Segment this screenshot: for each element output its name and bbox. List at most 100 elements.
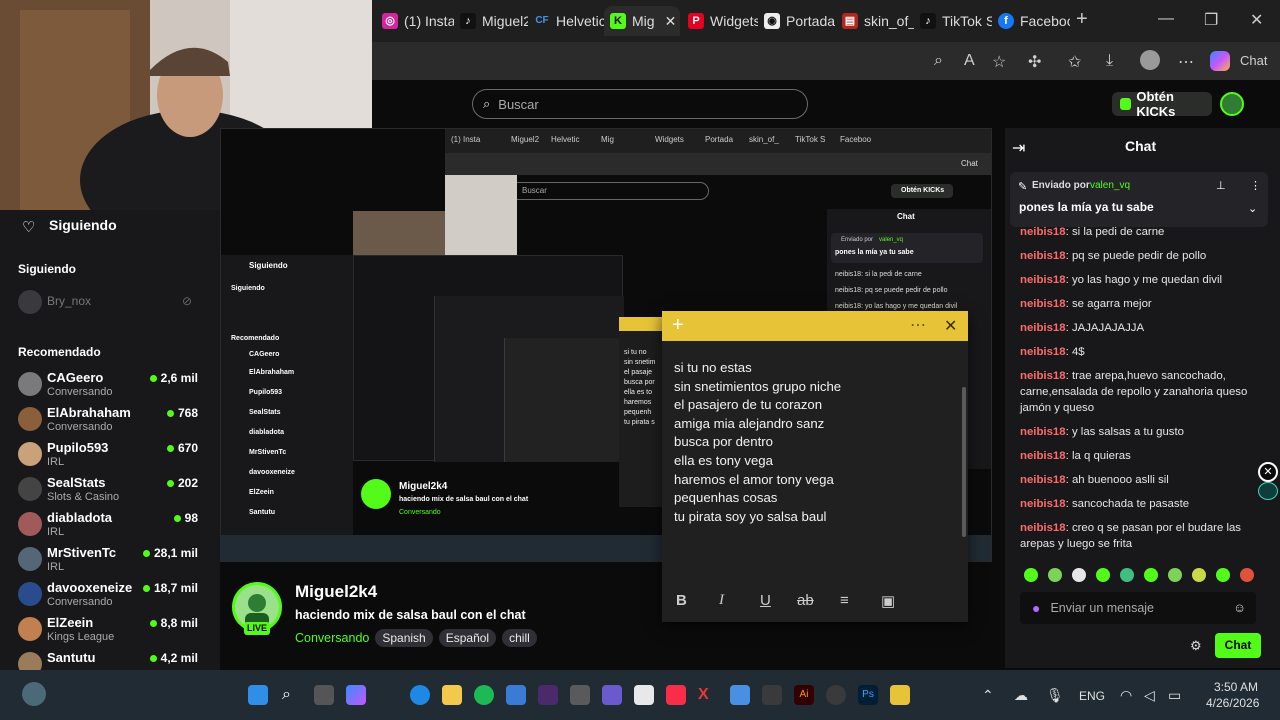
music-icon[interactable] — [666, 685, 686, 705]
italic-button[interactable]: I — [719, 592, 724, 609]
chat-username[interactable]: neibis18 — [1020, 522, 1066, 534]
emote-icon[interactable] — [1240, 568, 1254, 582]
chat-username[interactable]: neibis18 — [1020, 474, 1066, 486]
emote-icon[interactable] — [1120, 568, 1134, 582]
tab-portada[interactable]: ◉ Portada — [758, 6, 836, 36]
tab-instagram[interactable]: ◎ (1) Insta — [376, 6, 454, 36]
emote-icon[interactable] — [1048, 568, 1062, 582]
chat-username[interactable]: neibis18 — [1020, 298, 1066, 310]
chevron-down-icon[interactable]: ⌄ — [1248, 202, 1257, 215]
more-options-icon[interactable]: ⋯ — [910, 315, 926, 335]
stream-tag[interactable]: Español — [438, 629, 497, 647]
copilot-label[interactable]: Chat — [1240, 53, 1267, 68]
zoom-icon[interactable]: ⌕ — [934, 52, 943, 70]
widgets-icon[interactable] — [22, 682, 46, 706]
photoshop-icon[interactable]: Ps — [858, 685, 878, 705]
tab-facebook[interactable]: f Faceboo — [992, 6, 1070, 36]
cloud-icon[interactable]: ☁ — [1014, 687, 1028, 704]
start-icon[interactable] — [248, 685, 268, 705]
favorite-star-icon[interactable]: ☆ — [992, 52, 1006, 72]
get-kicks-button[interactable]: Obtén KICKs — [1112, 89, 1212, 119]
chat-username[interactable]: neibis18 — [1020, 370, 1066, 382]
emote-icon[interactable] — [1072, 568, 1086, 582]
profile-avatar[interactable] — [1140, 50, 1160, 70]
chat-username[interactable]: neibis18 — [1020, 322, 1066, 334]
chat-username[interactable]: neibis18 — [1020, 250, 1066, 262]
stream-category[interactable]: Conversando — [295, 631, 369, 645]
sidebar-item-elzeein[interactable]: ElZeein Kings League 8,8 mil — [18, 613, 198, 649]
downloads-icon[interactable]: ⤓ — [1106, 52, 1113, 70]
wifi-icon[interactable]: ◠ — [1120, 687, 1132, 704]
more-menu-icon[interactable]: ⋯ — [1178, 52, 1194, 72]
sidebar-item-pupilo593[interactable]: Pupilo593 IRL 670 — [18, 438, 198, 474]
x-app-icon[interactable]: X — [698, 685, 718, 705]
security-icon[interactable] — [506, 685, 526, 705]
pinned-by-user[interactable]: valen_vq — [1090, 180, 1130, 191]
chat-username[interactable]: neibis18 — [1020, 346, 1066, 358]
chat-username[interactable]: neibis18 — [1020, 426, 1066, 438]
microphone-icon[interactable]: ● — [1032, 600, 1040, 616]
bullet-list-button[interactable]: ≡ — [840, 592, 849, 609]
clock-date[interactable]: 4/26/2026 — [1206, 696, 1259, 710]
clock-time[interactable]: 3:50 AM — [1214, 680, 1258, 694]
tab-helvetica[interactable]: CF Helvetic — [528, 6, 604, 36]
chat-username[interactable]: neibis18 — [1020, 226, 1066, 238]
sidebar-item-sealstats[interactable]: SealStats Slots & Casino 202 — [18, 473, 198, 509]
stream-tag[interactable]: chill — [502, 629, 537, 647]
microphone-icon[interactable]: 🎙 — [1046, 687, 1064, 704]
close-tab-icon[interactable]: ✕ — [665, 13, 677, 30]
app-icon[interactable] — [826, 685, 846, 705]
close-note-icon[interactable]: ✕ — [944, 316, 957, 336]
favorites-icon[interactable]: ✩ — [1068, 52, 1081, 72]
insert-image-button[interactable]: ▣ — [881, 592, 895, 610]
emote-icon[interactable] — [1216, 568, 1230, 582]
bold-button[interactable]: B — [676, 592, 687, 609]
tab-pinterest[interactable]: P Widgets — [682, 6, 758, 36]
streamer-name[interactable]: Miguel2k4 — [295, 582, 377, 602]
unpin-icon[interactable]: ⊥ — [1216, 179, 1226, 192]
emote-icon[interactable] — [1096, 568, 1110, 582]
close-window-icon[interactable]: ✕ — [1250, 10, 1263, 30]
language-indicator[interactable]: ENG — [1079, 689, 1105, 703]
add-note-icon[interactable]: + — [672, 314, 684, 337]
underline-button[interactable]: U — [760, 592, 771, 609]
sidebar-item-diabladota[interactable]: diabladota IRL 98 — [18, 508, 198, 544]
notepad-icon[interactable] — [634, 685, 654, 705]
send-chat-button[interactable]: Chat — [1215, 633, 1261, 658]
search-input[interactable]: ⌕ Buscar — [472, 89, 808, 119]
chevron-up-icon[interactable]: ⌃ — [982, 687, 994, 704]
copilot-icon[interactable] — [1210, 51, 1230, 71]
emote-icon[interactable] — [1168, 568, 1182, 582]
sticky-notes-icon[interactable] — [890, 685, 910, 705]
emote-icon[interactable] — [1144, 568, 1158, 582]
sidebar-item-elabrahaham[interactable]: ElAbrahaham Conversando 768 — [18, 403, 198, 439]
sidebar-item-mrstiventc[interactable]: MrStivenTc IRL 28,1 mil — [18, 543, 198, 579]
tab-tiktok-s[interactable]: ♪ TikTok S — [914, 6, 992, 36]
chat-username[interactable]: neibis18 — [1020, 450, 1066, 462]
calculator-icon[interactable] — [730, 685, 750, 705]
sticky-note-text[interactable]: si tu no estas sin snetimientos grupo ni… — [674, 359, 954, 526]
offline-user-name[interactable]: Bry_nox — [47, 294, 91, 308]
chat-username[interactable]: neibis18 — [1020, 498, 1066, 510]
spotify-icon[interactable] — [474, 685, 494, 705]
tab-skin[interactable]: ▤ skin_of_ — [836, 6, 914, 36]
file-explorer-icon[interactable] — [442, 685, 462, 705]
sticky-scrollbar[interactable] — [962, 387, 966, 537]
sidebar-item-santutu[interactable]: Santutu 4,2 mil — [18, 648, 198, 670]
emote-icon[interactable] — [1024, 568, 1038, 582]
pinned-more-icon[interactable]: ⋮ — [1250, 179, 1261, 192]
copilot-icon[interactable] — [346, 685, 366, 705]
app-icon[interactable] — [570, 685, 590, 705]
avatar[interactable] — [18, 290, 42, 314]
tab-kick-active[interactable]: K Mig ✕ — [604, 6, 680, 36]
following-header[interactable]: Siguiendo — [49, 217, 117, 233]
emote-icon[interactable] — [1192, 568, 1206, 582]
new-tab-button[interactable]: + — [1076, 8, 1088, 31]
floating-widget-icon[interactable] — [1258, 482, 1278, 500]
minimize-icon[interactable]: — — [1158, 10, 1174, 28]
chat-message-input[interactable]: ● Enviar un mensaje ☺ — [1020, 592, 1256, 624]
edge-icon[interactable] — [410, 685, 430, 705]
collapse-chat-icon[interactable]: ⇥ — [1012, 138, 1025, 158]
user-avatar[interactable] — [1220, 92, 1244, 116]
maximize-icon[interactable]: ❐ — [1204, 10, 1218, 30]
